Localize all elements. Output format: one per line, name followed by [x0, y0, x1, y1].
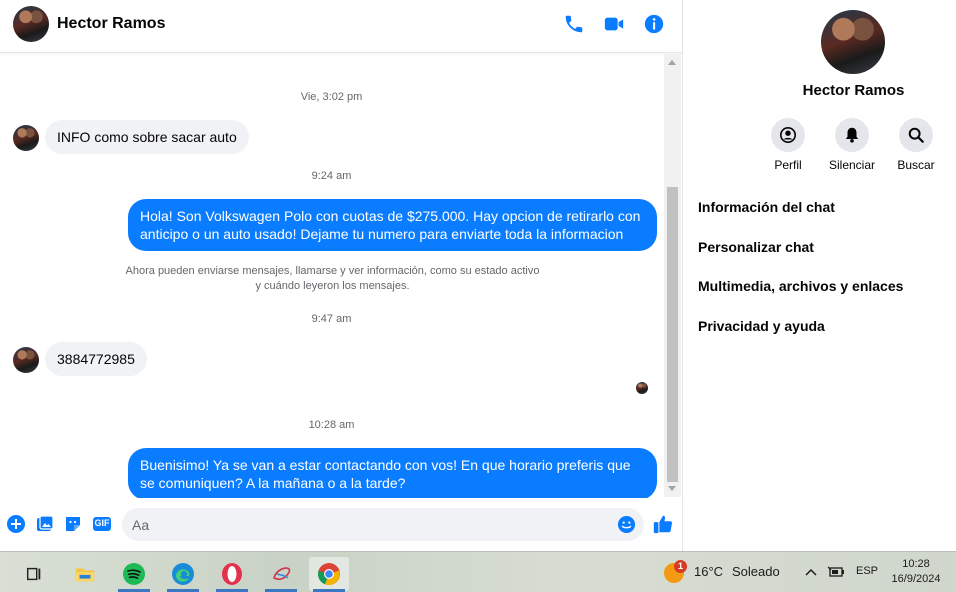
plus-icon[interactable] — [6, 514, 26, 534]
chrome-icon[interactable] — [309, 557, 349, 592]
seen-indicator-avatar — [636, 382, 648, 394]
weather-notification-badge: 1 — [674, 560, 687, 573]
edge-icon[interactable] — [163, 557, 203, 592]
outgoing-message: Buenisimo! Ya se van a estar contactando… — [128, 448, 657, 498]
menu-media-files-links[interactable]: Multimedia, archivos y enlaces — [698, 278, 903, 294]
profile-button[interactable]: Perfil — [755, 118, 821, 172]
info-icon[interactable] — [643, 13, 665, 35]
message-avatar — [13, 347, 39, 373]
weather-condition[interactable]: Soleado — [732, 564, 780, 579]
video-camera-icon[interactable] — [603, 13, 625, 35]
chevron-up-icon[interactable] — [804, 565, 818, 579]
temperature[interactable]: 16°C — [694, 564, 723, 579]
opera-icon[interactable] — [212, 557, 252, 592]
clock-time: 10:28 — [902, 558, 930, 570]
message-list: Vie, 3:02 pm INFO como sobre sacar auto … — [0, 54, 663, 498]
timestamp: 9:24 am — [311, 170, 352, 182]
system-notice-line: Ahora pueden enviarse mensajes, llamarse… — [125, 265, 540, 277]
app-icon[interactable] — [261, 557, 301, 592]
message-input[interactable] — [132, 515, 602, 535]
profile-icon[interactable] — [771, 118, 805, 152]
messenger-window: Hector Ramos Vie, 3:02 pm INFO como sobr… — [0, 0, 956, 551]
task-view-icon[interactable] — [14, 557, 54, 591]
image-icon[interactable] — [35, 514, 55, 534]
scroll-thumb[interactable] — [667, 187, 678, 482]
timestamp: Vie, 3:02 pm — [300, 91, 363, 103]
spotify-icon[interactable] — [114, 557, 154, 592]
gif-label: GIF — [94, 518, 110, 528]
info-contact-name: Hector Ramos — [802, 82, 905, 99]
battery-icon[interactable] — [827, 564, 845, 580]
clock-date: 16/9/2024 — [891, 573, 941, 585]
sticker-icon[interactable] — [63, 514, 83, 534]
windows-taskbar: 1 16°C Soleado ESP 10:28 16/9/2024 — [0, 551, 956, 592]
system-notice: Ahora pueden enviarse mensajes, llamarse… — [100, 264, 565, 294]
bell-icon[interactable] — [835, 118, 869, 152]
menu-privacy-help[interactable]: Privacidad y ayuda — [698, 318, 825, 334]
profile-label: Perfil — [774, 158, 802, 172]
contact-avatar[interactable] — [13, 6, 49, 42]
message-input-container[interactable] — [122, 508, 644, 541]
message-avatar — [13, 125, 39, 151]
file-explorer-icon[interactable] — [65, 557, 105, 591]
chat-info-panel: Hector Ramos Perfil Silenciar Buscar Inf… — [683, 0, 956, 551]
gif-icon[interactable]: GIF — [92, 514, 112, 534]
chat-header: Hector Ramos — [0, 0, 682, 53]
incoming-message: INFO como sobre sacar auto — [45, 120, 249, 154]
thumbs-up-icon[interactable] — [652, 513, 674, 535]
emoji-icon[interactable] — [617, 515, 636, 534]
search-button[interactable]: Buscar — [883, 118, 949, 172]
message-composer: GIF — [0, 498, 682, 551]
timestamp: 9:47 am — [311, 313, 352, 325]
language-indicator[interactable]: ESP — [856, 565, 878, 577]
outgoing-message: Hola! Son Volkswagen Polo con cuotas de … — [128, 199, 657, 251]
scroll-up-arrow[interactable] — [668, 60, 676, 65]
scroll-down-arrow[interactable] — [668, 486, 676, 491]
search-label: Buscar — [897, 158, 935, 172]
incoming-message: 3884772985 — [45, 342, 147, 376]
contact-name[interactable]: Hector Ramos — [57, 15, 165, 33]
menu-chat-info[interactable]: Información del chat — [698, 199, 835, 215]
timestamp: 10:28 am — [308, 419, 355, 431]
mute-label: Silenciar — [828, 158, 876, 172]
phone-icon[interactable] — [563, 13, 585, 35]
system-clock[interactable]: 10:28 16/9/2024 — [880, 557, 952, 587]
message-scrollbar[interactable] — [664, 54, 681, 497]
mute-button[interactable]: Silenciar — [819, 118, 885, 172]
chat-panel: Hector Ramos Vie, 3:02 pm INFO como sobr… — [0, 0, 683, 551]
contact-profile-avatar — [821, 10, 885, 74]
system-notice-line: y cuándo leyeron los mensajes. — [255, 280, 410, 292]
menu-customize-chat[interactable]: Personalizar chat — [698, 239, 814, 255]
search-icon[interactable] — [899, 118, 933, 152]
